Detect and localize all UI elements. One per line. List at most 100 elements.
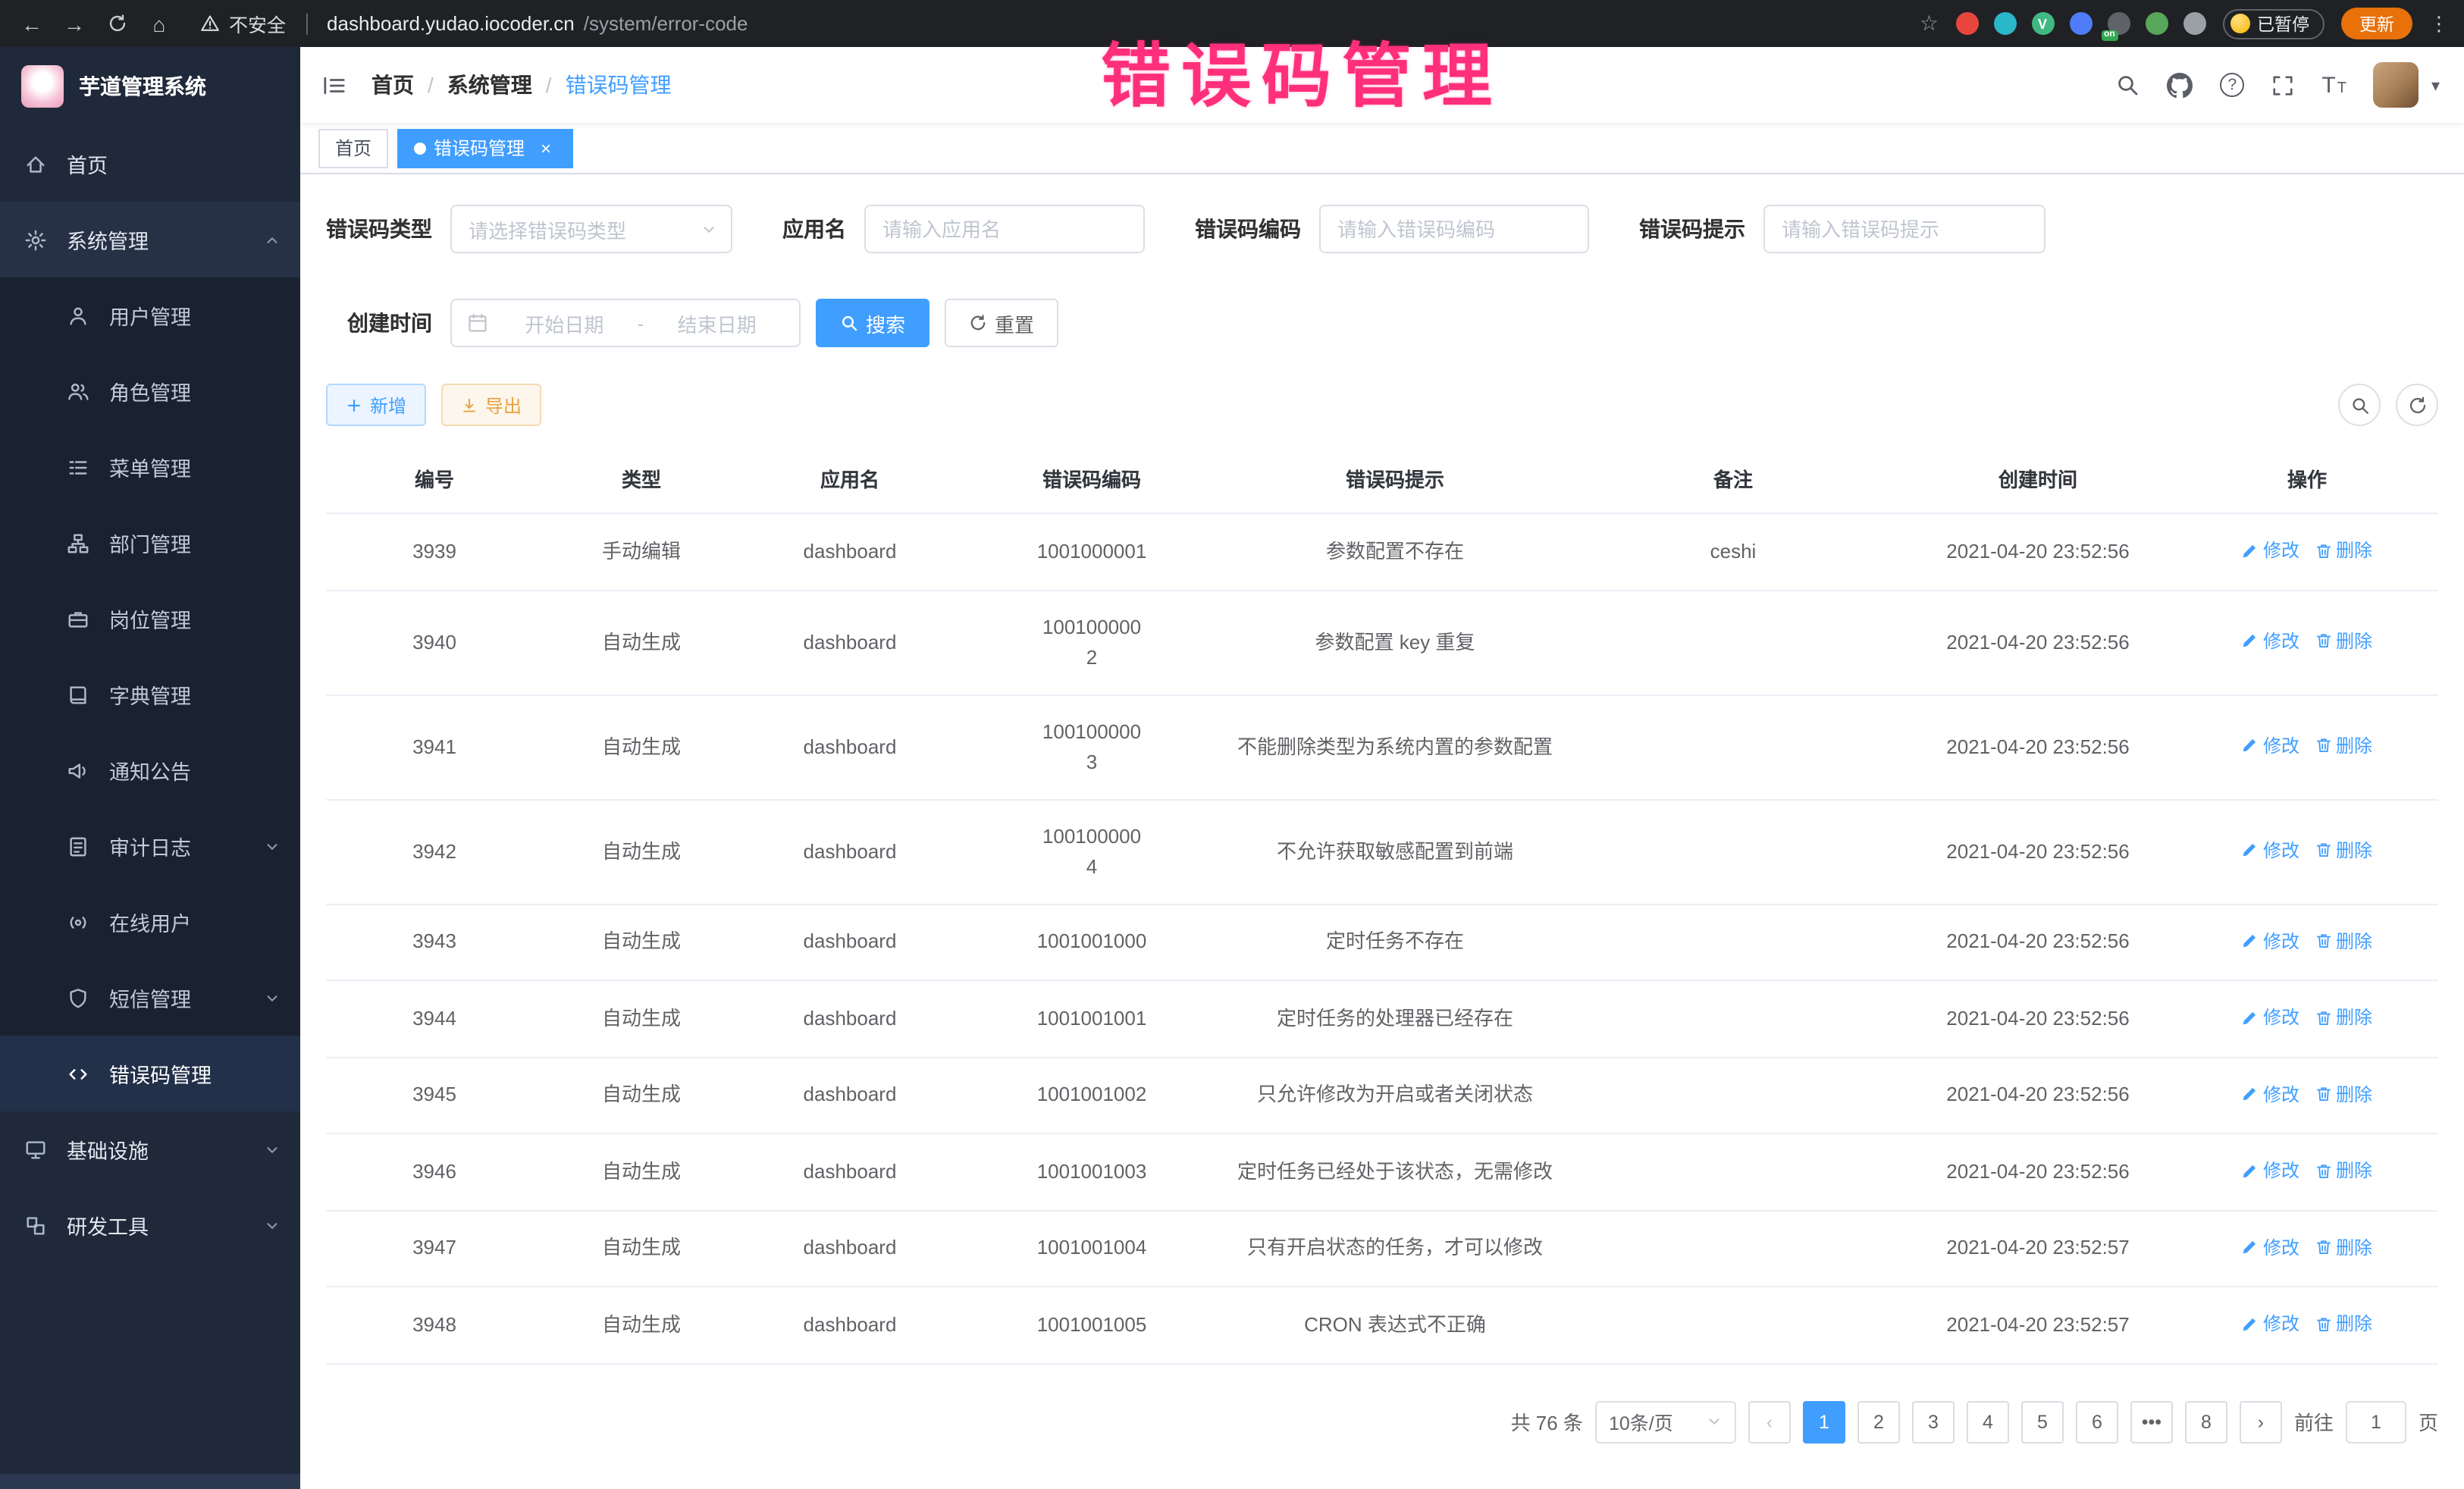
- help-icon[interactable]: ?: [2220, 73, 2244, 97]
- sidebar-item-dept-mgmt[interactable]: 部门管理: [0, 505, 300, 581]
- filter-label: 错误码提示: [1639, 214, 1745, 244]
- github-icon[interactable]: [2167, 72, 2193, 98]
- delete-link[interactable]: 删除: [2315, 1079, 2372, 1109]
- delete-link[interactable]: 删除: [2315, 926, 2372, 956]
- edit-link[interactable]: 修改: [2242, 1002, 2299, 1033]
- next-page-button[interactable]: ›: [2240, 1400, 2282, 1443]
- delete-link[interactable]: 删除: [2315, 1309, 2372, 1339]
- edit-icon: [2242, 542, 2259, 559]
- page-button-6[interactable]: 6: [2076, 1400, 2118, 1443]
- org-tree-icon: [67, 531, 91, 554]
- document-icon: [67, 835, 91, 857]
- goto-page-input[interactable]: [2346, 1400, 2406, 1443]
- edit-link[interactable]: 修改: [2242, 1232, 2299, 1262]
- extension-vue-devtools-icon[interactable]: V: [2031, 12, 2054, 35]
- page-button-3[interactable]: 3: [1912, 1400, 1955, 1443]
- address-bar[interactable]: 不安全 dashboard.yudao.iocoder.cn/system/er…: [200, 9, 748, 38]
- sidebar-item-system[interactable]: 系统管理: [0, 202, 300, 277]
- page-button-4[interactable]: 4: [1967, 1400, 2009, 1443]
- edit-link[interactable]: 修改: [2242, 535, 2299, 566]
- delete-link[interactable]: 删除: [2315, 1002, 2372, 1033]
- show-search-toggle-button[interactable]: [2338, 384, 2381, 426]
- sidebar-item-online-users[interactable]: 在线用户: [0, 884, 300, 960]
- search-button[interactable]: 搜索: [816, 299, 929, 347]
- delete-link[interactable]: 删除: [2315, 835, 2372, 866]
- prev-page-button[interactable]: ‹: [1748, 1400, 1791, 1443]
- sidebar-item-label: 用户管理: [109, 300, 191, 331]
- breadcrumb-system[interactable]: 系统管理: [447, 70, 532, 100]
- delete-link[interactable]: 删除: [2315, 1155, 2372, 1186]
- edit-link[interactable]: 修改: [2242, 626, 2299, 657]
- extension-dark-icon[interactable]: on: [2107, 12, 2130, 35]
- forward-icon[interactable]: →: [58, 7, 91, 40]
- goto-label: 前往: [2294, 1407, 2334, 1436]
- export-button[interactable]: 导出: [441, 384, 541, 426]
- profile-paused-badge[interactable]: 已暂停: [2222, 8, 2324, 39]
- column-header-remark: 备注: [1566, 444, 1900, 513]
- back-icon[interactable]: ←: [15, 7, 49, 40]
- sidebar-item-home[interactable]: 首页: [0, 126, 300, 202]
- hamburger-icon[interactable]: [321, 74, 347, 96]
- error-type-select[interactable]: 请选择错误码类型: [450, 205, 732, 253]
- sidebar-item-sms-mgmt[interactable]: 短信管理: [0, 960, 300, 1036]
- date-range-picker[interactable]: 开始日期 - 结束日期: [450, 299, 801, 347]
- sidebar-item-notice-mgmt[interactable]: 通知公告: [0, 732, 300, 808]
- page-size-select[interactable]: 10条/页: [1595, 1400, 1736, 1443]
- sidebar-item-audit-log[interactable]: 审计日志: [0, 808, 300, 884]
- fullscreen-icon[interactable]: [2271, 74, 2294, 96]
- extension-blue-icon[interactable]: [2069, 12, 2092, 35]
- edit-link[interactable]: 修改: [2242, 1155, 2299, 1186]
- page-button-8[interactable]: 8: [2185, 1400, 2227, 1443]
- app-logo[interactable]: 芋道管理系统: [0, 47, 300, 126]
- sidebar-item-dict-mgmt[interactable]: 字典管理: [0, 657, 300, 732]
- caret-down-icon[interactable]: ▾: [2431, 75, 2440, 95]
- filter-app-name: 应用名: [782, 205, 1145, 253]
- delete-link[interactable]: 删除: [2315, 731, 2372, 761]
- browser-update-button[interactable]: 更新: [2341, 8, 2412, 39]
- reset-button[interactable]: 重置: [945, 299, 1058, 347]
- page-button-5[interactable]: 5: [2021, 1400, 2064, 1443]
- delete-link[interactable]: 删除: [2315, 535, 2372, 566]
- sidebar-item-post-mgmt[interactable]: 岗位管理: [0, 581, 300, 657]
- extension-green-icon[interactable]: [2145, 12, 2168, 35]
- delete-link[interactable]: 删除: [2315, 626, 2372, 657]
- extension-teal-icon[interactable]: [1993, 12, 2016, 35]
- reload-icon[interactable]: [100, 7, 133, 40]
- row-id: 3941: [326, 694, 543, 799]
- sidebar-item-infra[interactable]: 基础设施: [0, 1111, 300, 1187]
- page-button-1[interactable]: 1: [1803, 1400, 1845, 1443]
- home-icon[interactable]: ⌂: [143, 7, 176, 40]
- pager-more-button[interactable]: •••: [2130, 1400, 2173, 1443]
- sidebar-item-error-code-mgmt[interactable]: 错误码管理: [0, 1036, 300, 1111]
- close-icon[interactable]: ×: [535, 137, 556, 158]
- app-name-input[interactable]: [864, 205, 1145, 253]
- edit-link[interactable]: 修改: [2242, 731, 2299, 761]
- add-button[interactable]: 新增: [326, 384, 426, 426]
- user-avatar[interactable]: [2374, 62, 2419, 108]
- table-row: 3944自动生成dashboard1001001001定时任务的处理器已经存在2…: [326, 980, 2438, 1057]
- sidebar-item-devtools[interactable]: 研发工具: [0, 1187, 300, 1263]
- tab-error-code[interactable]: 错误码管理 ×: [397, 128, 573, 168]
- edit-link[interactable]: 修改: [2242, 835, 2299, 866]
- error-code-input[interactable]: [1319, 205, 1589, 253]
- delete-link[interactable]: 删除: [2315, 1232, 2372, 1262]
- refresh-button[interactable]: [2396, 384, 2438, 426]
- bookmark-star-icon[interactable]: ☆: [1920, 11, 1939, 36]
- sidebar-item-role-mgmt[interactable]: 角色管理: [0, 353, 300, 429]
- error-hint-input[interactable]: [1763, 205, 2045, 253]
- row-created-time: 2021-04-20 23:52:56: [1900, 904, 2176, 980]
- sidebar-item-user-mgmt[interactable]: 用户管理: [0, 277, 300, 353]
- extensions-puzzle-icon[interactable]: [2183, 12, 2205, 35]
- sidebar-item-menu-mgmt[interactable]: 菜单管理: [0, 429, 300, 505]
- browser-menu-icon[interactable]: ⋮: [2429, 11, 2449, 36]
- page-button-2[interactable]: 2: [1857, 1400, 1900, 1443]
- edit-link[interactable]: 修改: [2242, 1079, 2299, 1109]
- breadcrumb-home[interactable]: 首页: [371, 70, 414, 100]
- tab-home[interactable]: 首页: [318, 128, 388, 168]
- edit-link[interactable]: 修改: [2242, 1309, 2299, 1339]
- sidebar-collapse-bar[interactable]: [0, 1474, 300, 1489]
- extension-red-icon[interactable]: [1955, 12, 1978, 35]
- search-icon[interactable]: [2115, 73, 2140, 97]
- edit-link[interactable]: 修改: [2242, 926, 2299, 956]
- font-size-icon[interactable]: TT: [2321, 72, 2346, 98]
